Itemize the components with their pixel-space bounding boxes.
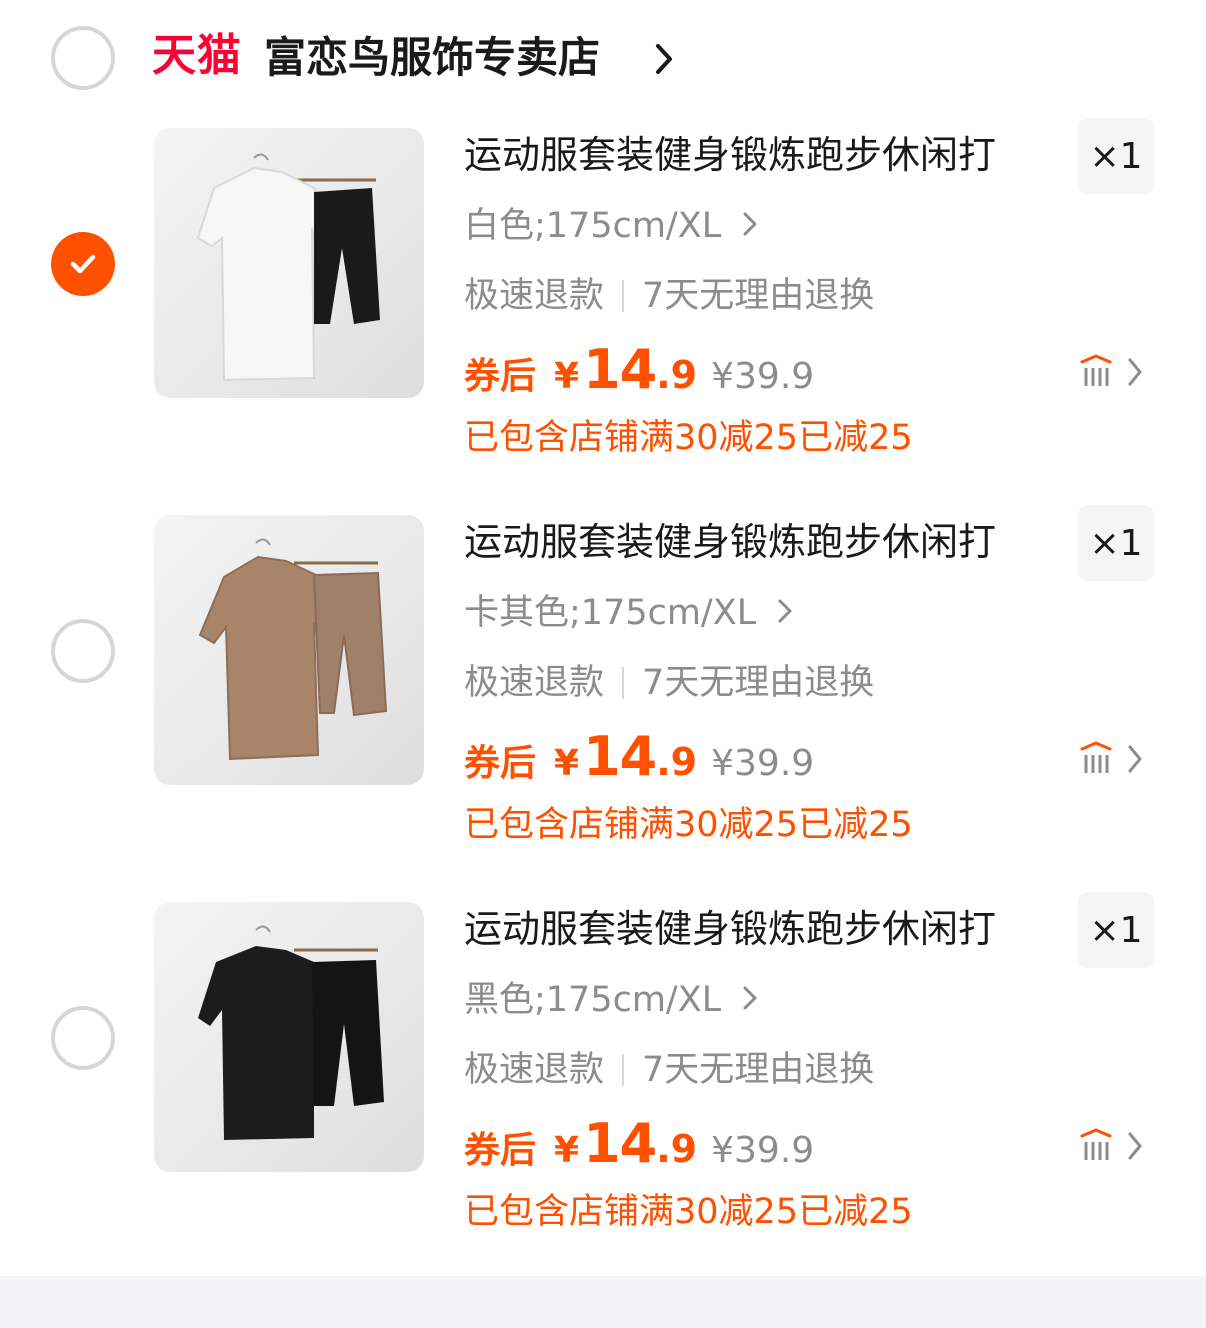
service-fast-refund: 极速退款 (464, 663, 605, 703)
product-title[interactable]: 运动服套装健身锻炼跑步休闲打 (464, 517, 1054, 567)
check-icon (70, 254, 96, 274)
coupon-label: 券后 (464, 1130, 537, 1171)
item-select-radio[interactable] (51, 1006, 115, 1070)
price-integer: 14 (583, 1112, 657, 1175)
quantity-badge[interactable]: ×1 (1078, 505, 1154, 581)
product-title[interactable]: 运动服套装健身锻炼跑步休闲打 (464, 130, 1054, 180)
sku-selector[interactable]: 黑色;175cm/XL (464, 976, 758, 1024)
service-tags: 极速退款 7天无理由退换 (464, 659, 874, 707)
chevron-right-icon (743, 986, 757, 1010)
cart-page: 天猫 富恋鸟服饰专卖店 运动服套装健身锻炼跑步休闲打 ×1 白色;175cm/X… (0, 0, 1206, 1328)
cart-item: 运动服套装健身锻炼跑步休闲打 ×1 卡其色;175cm/XL 极速退款 7天无理… (0, 505, 1206, 892)
promo-text: 已包含店铺满30减25已减25 (464, 1192, 913, 1232)
product-image[interactable] (154, 128, 424, 398)
price-integer: 14 (583, 725, 657, 788)
sku-selector[interactable]: 卡其色;175cm/XL (464, 589, 793, 637)
service-7day-return: 7天无理由退换 (642, 276, 875, 316)
chevron-right-icon (778, 599, 792, 623)
service-tags: 极速退款 7天无理由退换 (464, 272, 874, 320)
price-decimal: .9 (656, 353, 698, 397)
cart-item: 运动服套装健身锻炼跑步休闲打 ×1 白色;175cm/XL 极速退款 7天无理由… (0, 118, 1206, 505)
service-7day-return: 7天无理由退换 (642, 663, 875, 703)
price-decimal: .9 (656, 1127, 698, 1171)
khaki-tshirt-image (198, 538, 388, 761)
price-row: 券后 ¥ 14 .9 ¥39.9 (464, 1112, 814, 1178)
sku-label: 白色;175cm/XL (464, 206, 722, 246)
section-separator (0, 1276, 1206, 1328)
original-price: ¥39.9 (711, 1130, 815, 1171)
product-title[interactable]: 运动服套装健身锻炼跑步休闲打 (464, 904, 1054, 954)
service-tags: 极速退款 7天无理由退换 (464, 1046, 874, 1094)
original-price: ¥39.9 (711, 356, 815, 397)
white-tshirt-image (196, 153, 380, 382)
service-fast-refund: 极速退款 (464, 276, 605, 316)
price-decimal: .9 (656, 740, 698, 784)
promo-text: 已包含店铺满30减25已减25 (464, 418, 913, 458)
coupon-label: 券后 (464, 743, 537, 784)
shop-select-radio[interactable] (51, 26, 115, 90)
tmall-logo: 天猫 (152, 30, 242, 81)
chevron-right-icon[interactable] (654, 42, 674, 76)
find-similar-icon[interactable] (1078, 352, 1148, 396)
original-price: ¥39.9 (711, 743, 815, 784)
service-fast-refund: 极速退款 (464, 1050, 605, 1090)
shop-name-link[interactable]: 富恋鸟服饰专卖店 (264, 30, 600, 86)
promo-text: 已包含店铺满30减25已减25 (464, 805, 913, 845)
black-tshirt-image (198, 925, 384, 1140)
service-divider (622, 1054, 625, 1086)
sku-label: 黑色;175cm/XL (464, 980, 722, 1020)
currency-symbol: ¥ (554, 356, 580, 397)
chevron-right-icon (743, 212, 757, 236)
currency-symbol: ¥ (554, 1130, 580, 1171)
item-select-radio[interactable] (51, 232, 115, 296)
quantity-badge[interactable]: ×1 (1078, 118, 1154, 194)
item-select-radio[interactable] (51, 619, 115, 683)
cart-item: 运动服套装健身锻炼跑步休闲打 ×1 黑色;175cm/XL 极速退款 7天无理由… (0, 892, 1206, 1279)
shop-header: 天猫 富恋鸟服饰专卖店 (0, 0, 1206, 118)
coupon-label: 券后 (464, 356, 537, 397)
currency-symbol: ¥ (554, 743, 580, 784)
price-row: 券后 ¥ 14 .9 ¥39.9 (464, 338, 814, 404)
price-row: 券后 ¥ 14 .9 ¥39.9 (464, 725, 814, 791)
product-image[interactable] (154, 515, 424, 785)
service-divider (622, 280, 625, 312)
find-similar-icon[interactable] (1078, 739, 1148, 783)
service-divider (622, 667, 625, 699)
find-similar-icon[interactable] (1078, 1126, 1148, 1170)
sku-selector[interactable]: 白色;175cm/XL (464, 202, 758, 250)
service-7day-return: 7天无理由退换 (642, 1050, 875, 1090)
quantity-badge[interactable]: ×1 (1078, 892, 1154, 968)
sku-label: 卡其色;175cm/XL (464, 593, 757, 633)
price-integer: 14 (583, 338, 657, 401)
product-image[interactable] (154, 902, 424, 1172)
